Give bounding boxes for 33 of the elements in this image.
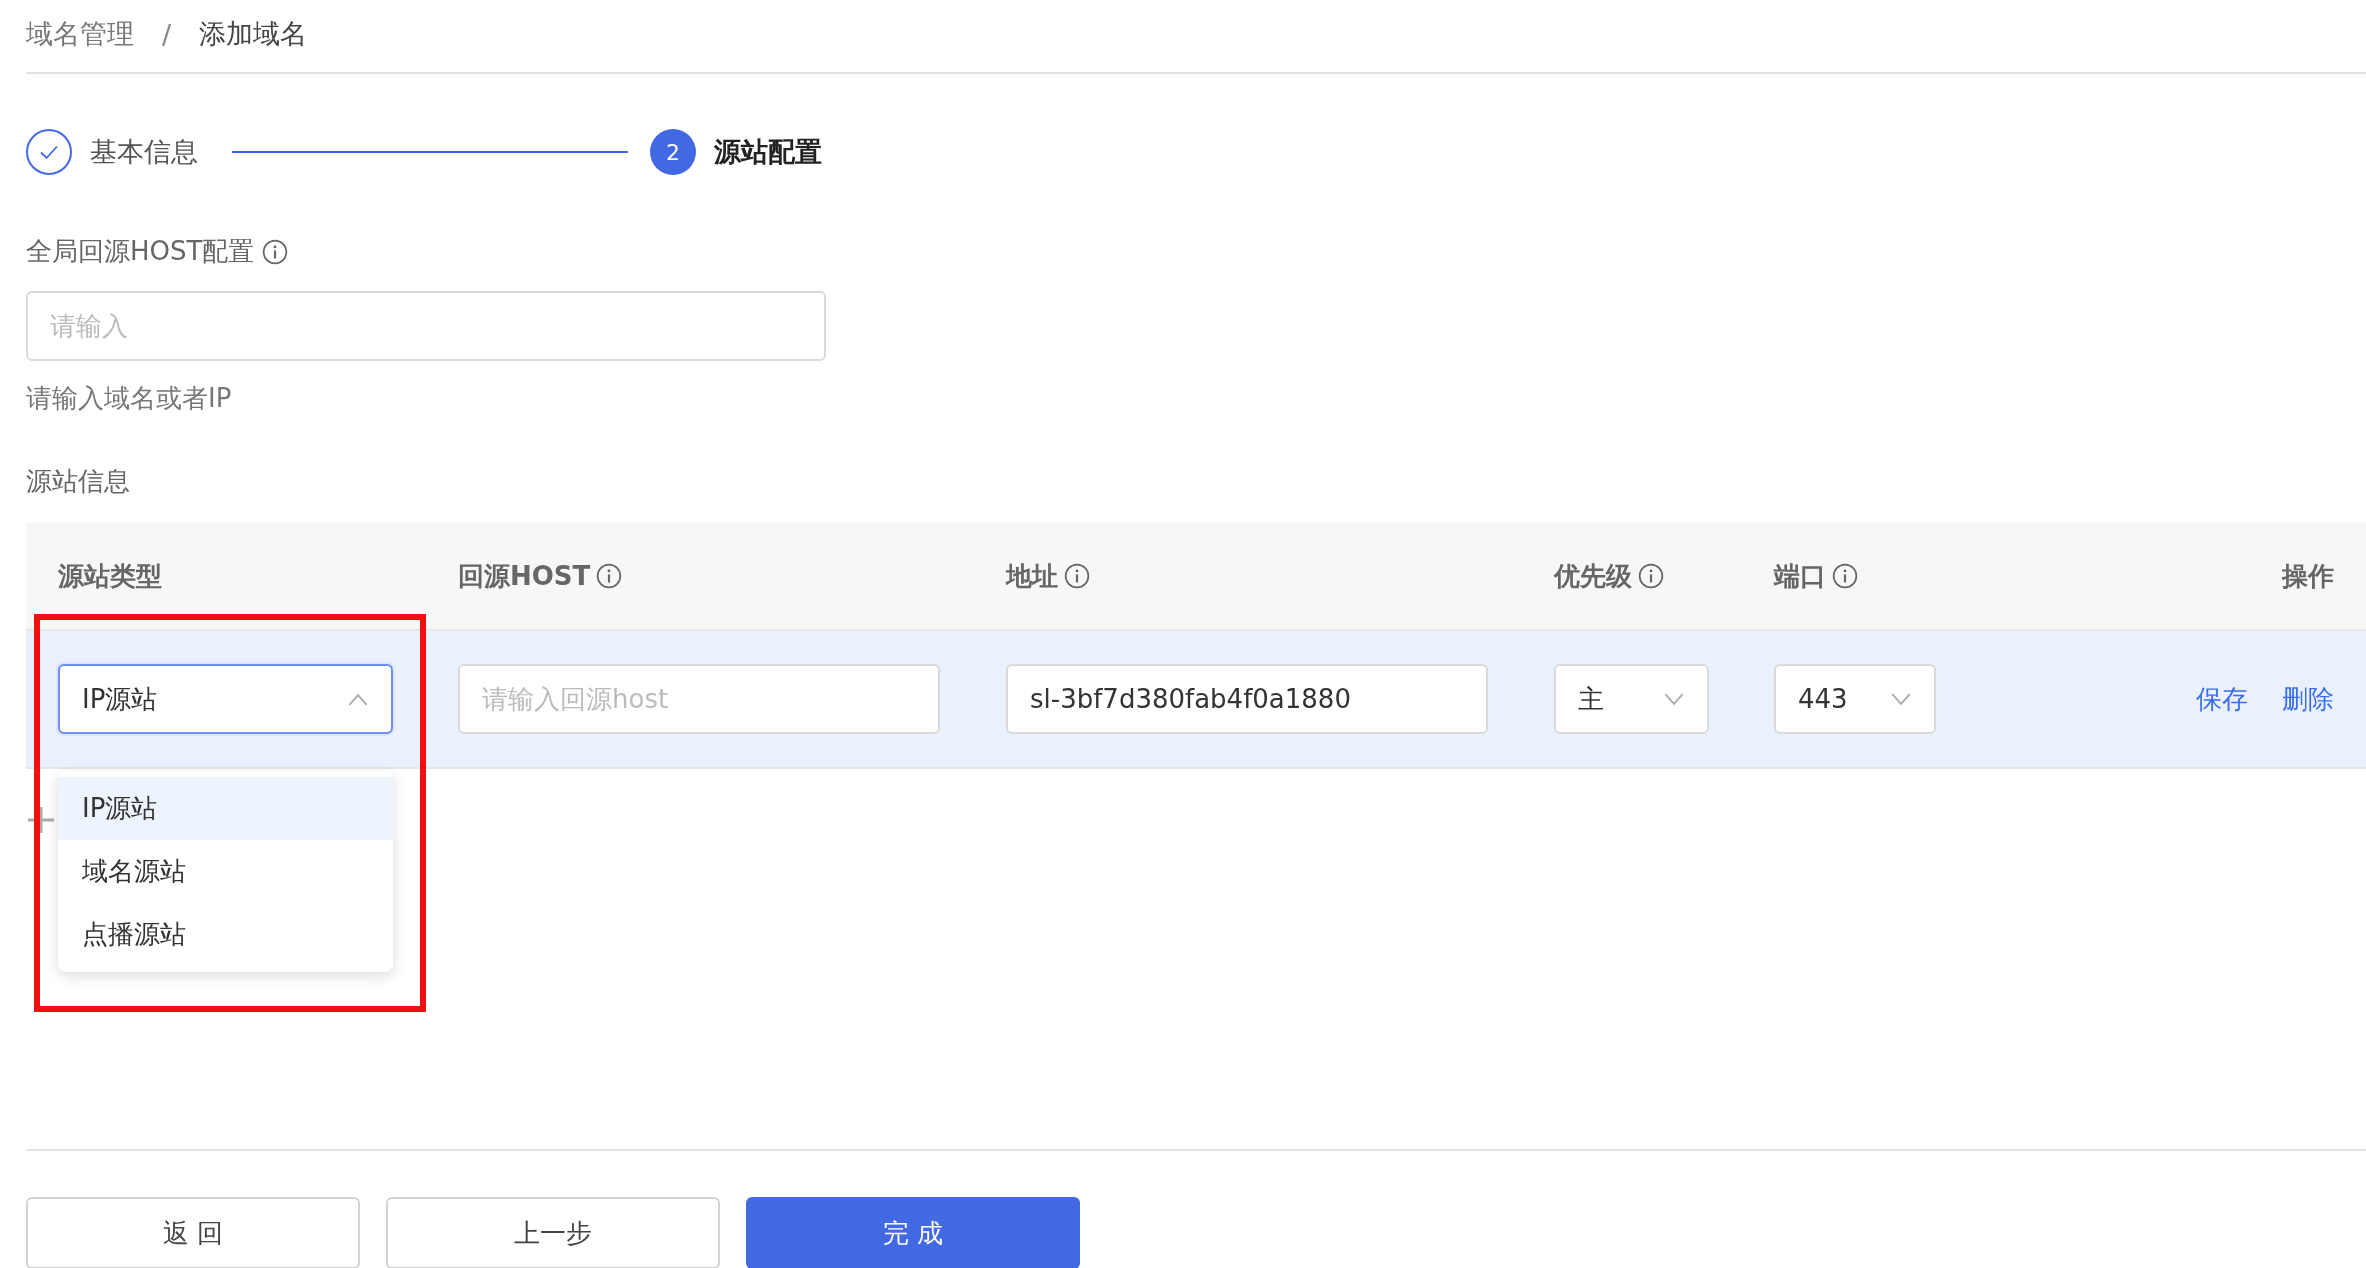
save-link[interactable]: 保存 [2196, 681, 2248, 717]
chevron-icon [1890, 692, 1912, 706]
breadcrumb-item[interactable]: 域名管理 [26, 16, 134, 52]
input-field[interactable]: 请输入 [26, 291, 826, 361]
column-header: 源站类型 [58, 559, 162, 593]
breadcrumb-item: 添加域名 [199, 17, 308, 51]
column-header: 端口 [1774, 559, 1826, 593]
column-header: 回源HOST [458, 559, 591, 593]
input-field[interactable]: 请输入回源host [458, 664, 940, 734]
field-hint: 请输入域名或者IP [26, 382, 233, 415]
finish-button[interactable]: 完 成 [746, 1197, 1080, 1268]
breadcrumb-separator: / [162, 18, 172, 50]
delete-link[interactable]: 删除 [2282, 681, 2334, 717]
dropdown-option[interactable]: IP源站 [58, 777, 393, 840]
action-button[interactable]: 上一步 [386, 1197, 720, 1268]
dropdown-option[interactable]: 点播源站 [58, 903, 393, 966]
column-header: 地址 [1006, 559, 1058, 593]
chevron-icon [1663, 692, 1685, 706]
section-title: 源站信息 [26, 465, 131, 498]
port-select[interactable]: 443 [1774, 664, 1936, 734]
plus-icon [26, 805, 56, 835]
step-label: 源站配置 [714, 135, 822, 169]
field-label: 全局回源HOST配置 [26, 235, 255, 268]
priority-select[interactable]: 主 [1554, 664, 1709, 734]
step-number: 2 [650, 129, 696, 175]
column-header: 操作 [2282, 559, 2334, 593]
action-button[interactable]: 返 回 [26, 1197, 360, 1268]
step-label: 基本信息 [90, 135, 198, 169]
origin-type-select[interactable]: IP源站 [58, 664, 393, 734]
column-header: 优先级 [1554, 559, 1632, 593]
dropdown-option[interactable]: 域名源站 [58, 840, 393, 903]
input-field[interactable]: sl-3bf7d380fab4f0a1880 [1006, 664, 1488, 734]
chevron-icon [347, 692, 369, 706]
